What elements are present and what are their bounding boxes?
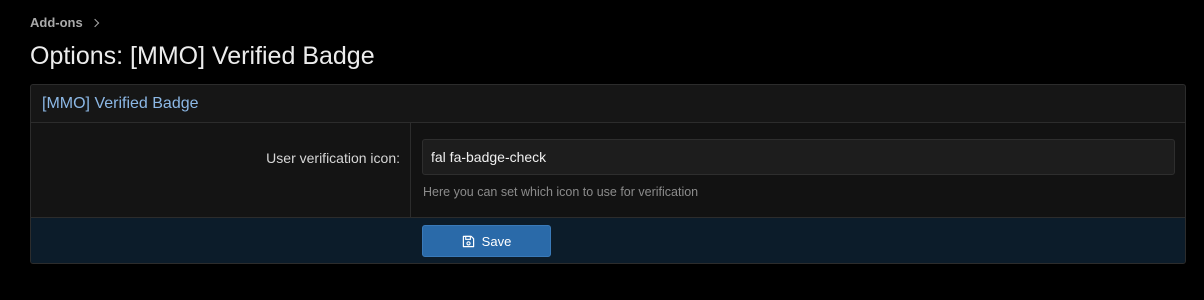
chevron-right-icon: [90, 18, 99, 27]
options-block: [MMO] Verified Badge User verification i…: [30, 84, 1186, 264]
save-button-label: Save: [481, 233, 512, 249]
save-button[interactable]: Save: [422, 225, 551, 257]
verification-icon-input[interactable]: [422, 139, 1175, 175]
block-header: [MMO] Verified Badge: [31, 85, 1185, 123]
verification-icon-hint: Here you can set which icon to use for v…: [423, 185, 699, 199]
submit-row: Save: [31, 218, 1185, 263]
floppy-disk-icon: [462, 235, 475, 248]
page-title: Options: [MMO] Verified Badge: [30, 42, 375, 70]
verification-icon-label: User verification icon:: [266, 150, 400, 166]
breadcrumb-item-add-ons[interactable]: Add-ons: [30, 15, 83, 30]
row-input-column: Here you can set which icon to use for v…: [411, 123, 1185, 217]
breadcrumb: Add-ons: [30, 13, 99, 31]
form-row-verification-icon: User verification icon: Here you can set…: [31, 123, 1185, 218]
row-label-column: User verification icon:: [31, 123, 411, 217]
